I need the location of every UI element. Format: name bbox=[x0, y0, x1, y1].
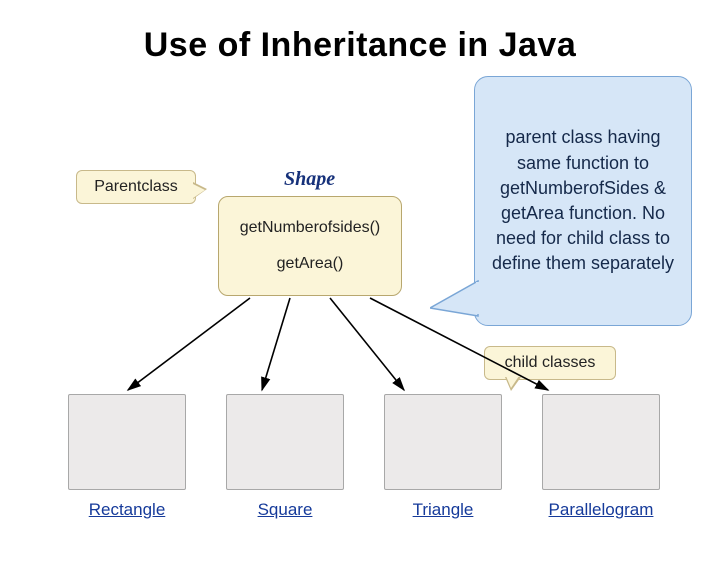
parent-method-1: getNumberofsides() bbox=[240, 219, 381, 237]
child-classes-callout-label: child classes bbox=[505, 354, 596, 372]
child-box-rectangle bbox=[68, 394, 186, 490]
diagram-title: Use of Inheritance in Java bbox=[0, 0, 720, 65]
parent-class-callout: Parentclass bbox=[76, 170, 196, 204]
shape-class-name: Shape bbox=[284, 168, 335, 191]
description-callout-text: parent class having same function to get… bbox=[487, 125, 679, 276]
child-label-square: Square bbox=[226, 500, 344, 520]
child-label-parallelogram: Parallelogram bbox=[542, 500, 660, 520]
child-label-triangle: Triangle bbox=[384, 500, 502, 520]
description-callout-tail bbox=[430, 280, 500, 330]
child-label-rectangle: Rectangle bbox=[68, 500, 186, 520]
child-box-parallelogram bbox=[542, 394, 660, 490]
description-callout: parent class having same function to get… bbox=[474, 76, 692, 326]
child-boxes-row bbox=[68, 394, 660, 490]
child-box-square bbox=[226, 394, 344, 490]
child-box-triangle bbox=[384, 394, 502, 490]
parent-method-2: getArea() bbox=[277, 255, 344, 273]
child-labels-row: Rectangle Square Triangle Parallelogram bbox=[68, 500, 660, 520]
parent-class-box: getNumberofsides() getArea() bbox=[218, 196, 402, 296]
parent-class-callout-label: Parentclass bbox=[94, 178, 178, 196]
child-classes-callout: child classes bbox=[484, 346, 616, 380]
